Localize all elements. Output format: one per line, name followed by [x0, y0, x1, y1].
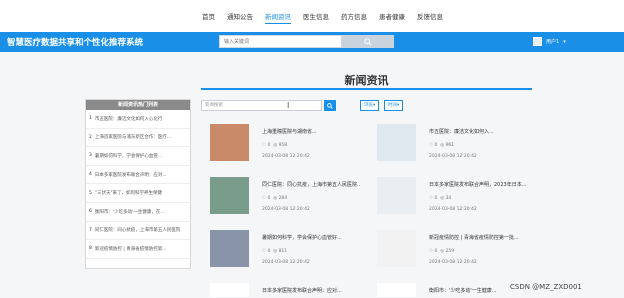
- hot-news-item[interactable]: 6 衡阳市：'少吃多动'一生健康，在...: [86, 203, 190, 222]
- sort-views-select[interactable]: 浏览▾: [360, 100, 380, 111]
- user-menu[interactable]: 用户1 ▾: [533, 37, 566, 46]
- news-title: 市五医院：廉洁文化如何入...: [429, 129, 494, 135]
- news-title: 上海重瞳医院与湖南省...: [262, 129, 317, 135]
- news-thumbnail: [377, 230, 416, 267]
- hot-news-item[interactable]: 2 上海首家医院与浦东新区合作：医疗...: [86, 129, 190, 148]
- hot-news-text: 新冠疫情防控 | 青海省疫情防控第...: [94, 246, 167, 252]
- news-date: 2024-03-08 12:20:42: [429, 154, 477, 159]
- news-date: 2024-03-08 12:20:42: [262, 154, 310, 159]
- news-meta: ♡ 0 ◎ 284: [262, 196, 288, 201]
- chevron-down-icon: ▾: [563, 38, 566, 45]
- news-thumbnail: [377, 283, 416, 297]
- hot-news-num: 8: [89, 246, 92, 252]
- hot-news-num: 5: [89, 190, 92, 196]
- news-title: 日本多家医院发布联合声明，2023年日本...: [429, 182, 527, 188]
- top-nav: 首页 通知公告 新闻资讯 医生信息 药方信息 患者健康 反馈信息: [0, 0, 624, 32]
- news-date: 2024-03-08 12:20:42: [262, 207, 310, 212]
- nav-feedback[interactable]: 反馈信息: [417, 11, 443, 24]
- news-thumbnail: [210, 177, 249, 214]
- page-title: 新闻资讯: [344, 74, 389, 87]
- news-meta: ♡ 0 ◎ 961: [429, 143, 455, 148]
- news-title: 同仁医院：同心抗疫，上海市第五人民医院...: [262, 182, 360, 188]
- hot-news-num: 7: [89, 227, 92, 233]
- hot-news-item[interactable]: 5 "三伏天"来了，如何科学养生保健: [86, 184, 190, 203]
- hot-news-num: 1: [89, 116, 92, 122]
- hot-news-panel: 新闻资讯热门列表 1 市五医院：廉洁文化如何入心化行 2 上海首家医院与浦东新区合作…: [85, 99, 191, 269]
- hot-news-text: 衡阳市：'少吃多动'一生健康，在...: [94, 209, 165, 215]
- watermark: CSDN @MZ_ZXD001: [510, 283, 582, 291]
- nav-doctors[interactable]: 医生信息: [303, 11, 329, 24]
- news-meta: ♡ 0 ◎ 958: [262, 143, 288, 148]
- nav-news[interactable]: 新闻资讯: [265, 11, 291, 24]
- hot-news-text: 上海首家医院与浦东新区合作：医疗...: [94, 135, 172, 141]
- hot-news-item[interactable]: 7 同仁医院：同心抗疫，上海市第五人民医院: [86, 222, 190, 241]
- hot-news-text: 日本多家医院发布联合声明：应对...: [94, 172, 167, 178]
- nav-prescriptions[interactable]: 药方信息: [341, 11, 367, 24]
- news-search-input[interactable]: 新闻搜索: [201, 100, 322, 111]
- news-date: 2024-03-08 12:20:42: [429, 260, 477, 265]
- news-meta: ♡ 0 ◎ 811: [262, 249, 288, 254]
- news-card[interactable]: 上海重瞳医院与湖南省... ♡ 0 ◎ 958 2024-03-08 12:20…: [210, 124, 360, 168]
- hot-news-item[interactable]: 8 新冠疫情防控 | 青海省疫情防控第...: [86, 240, 190, 259]
- hot-news-num: 6: [89, 209, 92, 215]
- avatar: [533, 37, 542, 46]
- hot-news-text: 同仁医院：同心抗疫，上海市第五人民医院: [94, 228, 181, 234]
- search-icon: [364, 37, 372, 46]
- news-card[interactable]: 市五医院：廉洁文化如何入... ♡ 0 ◎ 961 2024-03-08 12:…: [377, 124, 527, 168]
- text-cursor-icon: I: [287, 101, 290, 110]
- news-thumbnail: [210, 230, 249, 267]
- search-button[interactable]: [342, 35, 394, 48]
- news-thumbnail: [377, 177, 416, 214]
- news-card[interactable]: 同仁医院：同心抗疫，上海市第五人民医院... ♡ 0 ◎ 284 2024-03…: [210, 177, 360, 221]
- sort-time-select[interactable]: 时间▾: [384, 100, 404, 111]
- hot-news-text: "三伏天"来了，如何科学养生保健: [94, 191, 163, 197]
- search-box: [219, 35, 342, 48]
- title-underline: [201, 88, 532, 90]
- search-input[interactable]: [220, 36, 341, 47]
- filter-bar: 新闻搜索 I 浏览▾ 时间▾: [201, 100, 532, 111]
- news-title: 日本多家医院发布联合声明：应对...: [262, 288, 342, 294]
- hot-news-text: 暑期如何科学，学会保护心血管...: [94, 153, 163, 159]
- news-card[interactable]: 日本多家医院发布联合声明：应对...: [210, 283, 360, 297]
- hot-news-item[interactable]: 1 市五医院：廉洁文化如何入心化行: [86, 110, 190, 129]
- news-meta: ♡ 0 ◎ 259: [429, 249, 455, 254]
- news-card[interactable]: 暑期如何科学，学会保护心血管好... ♡ 0 ◎ 811 2024-03-08 …: [210, 230, 360, 274]
- user-name: 用户1: [546, 39, 560, 45]
- news-thumbnail: [210, 283, 249, 297]
- nav-items: 首页 通知公告 新闻资讯 医生信息 药方信息 患者健康 反馈信息: [202, 11, 443, 24]
- news-date: 2024-03-08 12:20:42: [429, 207, 477, 212]
- hot-news-text: 市五医院：廉洁文化如何入心化行: [94, 116, 163, 122]
- news-search-button[interactable]: [324, 100, 336, 111]
- news-date: 2024-03-08 12:20:42: [262, 260, 310, 265]
- news-card[interactable]: 新冠疫情防控 | 青海省疫情防控第一批... ♡ 0 ◎ 259 2024-03…: [377, 230, 527, 274]
- nav-notice[interactable]: 通知公告: [227, 11, 253, 24]
- hot-news-num: 4: [89, 172, 92, 178]
- hot-news-item[interactable]: 4 日本多家医院发布联合声明：应对...: [86, 166, 190, 185]
- news-thumbnail: [377, 124, 416, 161]
- hot-news-num: 2: [89, 134, 92, 140]
- news-title: 暑期如何科学，学会保护心血管好...: [262, 235, 342, 241]
- news-thumbnail: [210, 124, 249, 161]
- news-meta: ♡ 0 ◎ 34: [429, 196, 452, 201]
- nav-patient-health[interactable]: 患者健康: [379, 11, 405, 24]
- hot-news-num: 3: [89, 153, 92, 159]
- news-title: 新冠疫情防控 | 青海省疫情防控第一批...: [429, 235, 519, 241]
- news-card[interactable]: 衡阳市：'少吃多动'一生健康...: [377, 283, 527, 297]
- nav-home[interactable]: 首页: [202, 11, 215, 24]
- hot-news-header: 新闻资讯热门列表: [86, 100, 190, 110]
- search-icon: [327, 102, 333, 109]
- page-heading: 新闻资讯: [201, 72, 532, 90]
- site-title: 智慧医疗数据共享和个性化推荐系统: [7, 38, 144, 48]
- news-card[interactable]: 日本多家医院发布联合声明，2023年日本... ♡ 0 ◎ 34 2024-03…: [377, 177, 527, 221]
- banner: 智慧医疗数据共享和个性化推荐系统 用户1 ▾: [0, 32, 624, 52]
- hot-news-item[interactable]: 3 暑期如何科学，学会保护心血管...: [86, 147, 190, 166]
